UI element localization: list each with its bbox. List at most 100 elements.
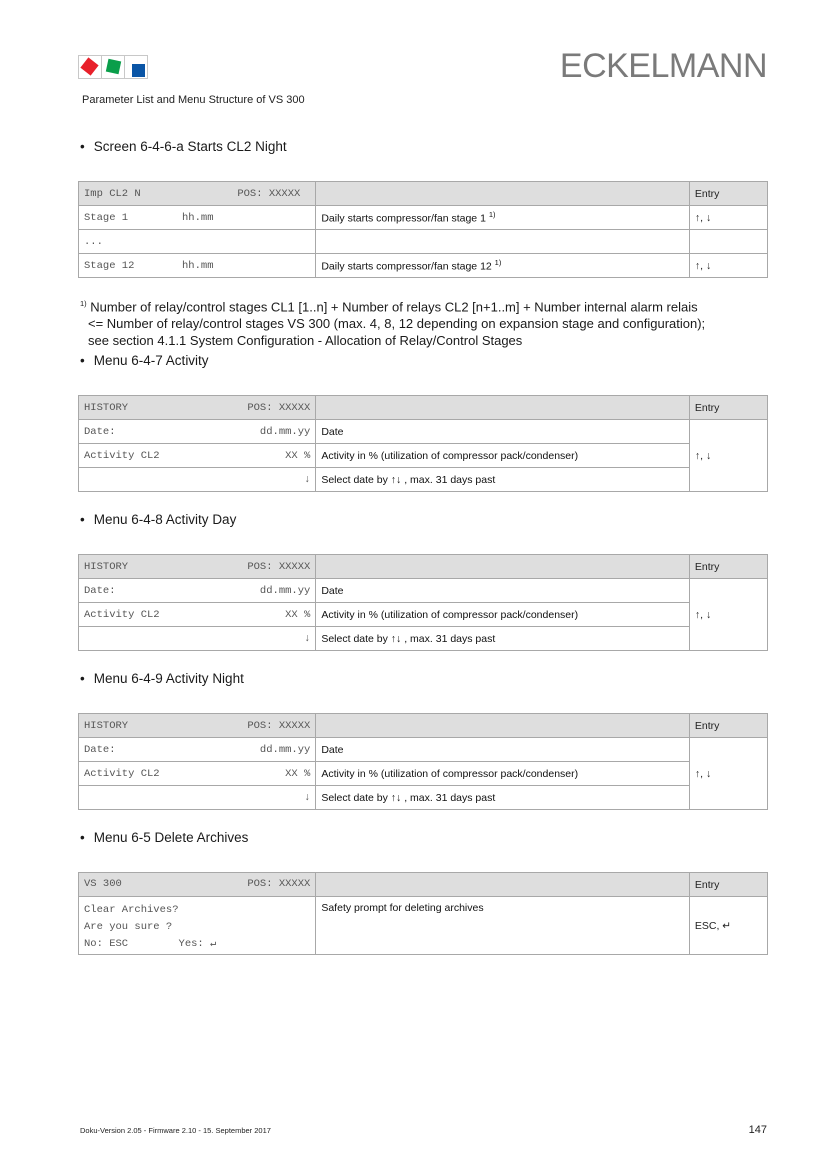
desc-header xyxy=(315,395,690,420)
lcd-cell: Date: dd.mm.yy xyxy=(77,419,317,444)
desc-cell: Date xyxy=(315,419,690,444)
lcd-cell: Activity CL2 XX % xyxy=(77,443,317,468)
section-title: • Menu 6-5 Delete Archives xyxy=(80,830,248,845)
table-row: Date: dd.mm.yy Date ↑, ↓ xyxy=(77,419,769,492)
section-title: • Menu 6-4-7 Activity xyxy=(80,353,209,368)
lcd-cell: ↓ xyxy=(77,467,317,492)
lcd-label: Stage 12 xyxy=(84,259,135,272)
company-logo xyxy=(78,55,148,79)
document-subtitle: Parameter List and Menu Structure of VS … xyxy=(82,94,305,106)
footnote-line: Number of relay/control stages CL1 [1..n… xyxy=(90,299,698,315)
lcd-line: No: ESC Yes: ↵ xyxy=(84,938,217,950)
footnote-line: <= Number of relay/control stages VS 300… xyxy=(88,316,706,332)
lcd-cell: Stage 1 hh.mm xyxy=(77,205,317,230)
desc-cell: Safety prompt for deleting archives xyxy=(315,896,690,955)
footnote-ref: 1) xyxy=(488,210,496,220)
table-row: ↓ Select date by ↑↓ , max. 31 days past xyxy=(77,785,768,810)
lcd-value: dd.mm.yy xyxy=(259,743,311,756)
arrow-down-icon: ↓ xyxy=(304,473,311,486)
logo-green-square xyxy=(105,58,122,75)
lcd-label: Date: xyxy=(84,425,116,438)
desc-cell: Activity in % (utilization of compressor… xyxy=(315,761,690,786)
lcd-header: VS 300 POS: XXXXX xyxy=(77,872,317,897)
section-title: • Menu 6-4-9 Activity Night xyxy=(80,671,244,686)
desc-cell: Select date by ↑↓ , max. 31 days past xyxy=(315,626,690,651)
lcd-header: HISTORY POS: XXXXX xyxy=(77,713,317,738)
lcd-value: dd.mm.yy xyxy=(259,425,311,438)
section-title: • Menu 6-4-8 Activity Day xyxy=(80,512,236,527)
bullet-icon: • xyxy=(80,512,85,527)
table-row: Activity CL2 XX % Activity in % (utilizat… xyxy=(77,761,768,786)
table-row: Date: dd.mm.yy Date ↑, ↓ xyxy=(77,578,769,651)
lcd-label: Activity CL2 xyxy=(84,449,160,462)
entry-header: Entry xyxy=(688,181,769,206)
desc-text: Daily starts compressor/fan stage 12 xyxy=(321,260,492,273)
lcd-title: VS 300 xyxy=(84,878,122,890)
entry-cell: ↑, ↓ xyxy=(688,205,769,230)
footnote-ref: 1) xyxy=(494,258,502,268)
lcd-cell: ↓ xyxy=(77,626,317,651)
section-title-text: Menu 6-4-9 Activity Night xyxy=(93,671,244,686)
entry-header: Entry xyxy=(688,872,769,897)
section-title-text: Screen 6-4-6-a Starts CL2 Night xyxy=(93,139,287,154)
menu-table-delete-archives: VS 300 POS: XXXXX Entry Clear Archives? A… xyxy=(77,872,769,955)
table-header-row: HISTORY POS: XXXXX Entry xyxy=(77,713,769,738)
page-number: 147 xyxy=(748,1124,767,1136)
footer-version: Doku-Version 2.05 - Firmware 2.10 - 15. … xyxy=(80,1126,271,1135)
desc-header xyxy=(315,872,690,897)
footnote: 1) Number of relay/control stages CL1 [1… xyxy=(80,295,780,349)
desc-cell: Activity in % (utilization of compressor… xyxy=(315,602,690,627)
desc-cell: Activity in % (utilization of compressor… xyxy=(315,443,690,468)
table-row: Clear Archives? Are you sure ? No: ESC Y… xyxy=(77,896,769,955)
bullet-icon: • xyxy=(80,830,85,845)
lcd-cell: Stage 12 hh.mm xyxy=(77,253,317,278)
bullet-icon: • xyxy=(80,671,85,686)
lcd-label: Date: xyxy=(84,743,116,756)
lcd-pos: POS: XXXXX xyxy=(247,719,311,732)
lcd-cell: Clear Archives? Are you sure ? No: ESC Y… xyxy=(77,896,317,955)
logo-red-square xyxy=(80,57,99,76)
table-row: Date: dd.mm.yy Date ↑, ↓ xyxy=(77,737,769,810)
desc-cell xyxy=(315,229,690,254)
arrow-down-icon: ↓ xyxy=(304,632,311,645)
lcd-title: HISTORY xyxy=(84,560,129,573)
lcd-header: Imp CL2 N POS: XXXXX xyxy=(77,181,317,206)
entry-cell: ↑, ↓ xyxy=(688,253,769,278)
lcd-cell: Date: dd.mm.yy xyxy=(77,578,317,603)
logo-blue-square xyxy=(132,64,145,77)
section-title-text: Menu 6-5 Delete Archives xyxy=(93,830,249,845)
table-row: Activity CL2 XX % Activity in % (utilizat… xyxy=(77,443,768,468)
table-header-row: HISTORY POS: XXXXX Entry xyxy=(77,395,769,420)
lcd-cell: Activity CL2 XX % xyxy=(77,761,317,786)
lcd-label: Activity CL2 xyxy=(84,767,160,780)
desc-header xyxy=(315,713,690,738)
section-title-text: Menu 6-4-8 Activity Day xyxy=(93,512,237,527)
desc-cell: Date xyxy=(315,737,690,762)
lcd-title: Imp CL2 N xyxy=(84,187,141,200)
lcd-value: XX % xyxy=(285,767,311,780)
entry-cell: ↑, ↓ xyxy=(688,419,769,492)
lcd-value: XX % xyxy=(285,449,311,462)
desc-text: Daily starts compressor/fan stage 1 xyxy=(321,212,486,225)
bullet-icon: • xyxy=(80,353,85,368)
desc-cell: Date xyxy=(315,578,690,603)
table-row: Stage 1 hh.mm Daily starts compressor/fan… xyxy=(77,205,769,230)
lcd-label: Date: xyxy=(84,584,116,597)
arrow-down-icon: ↓ xyxy=(304,791,311,804)
lcd-cell: ... xyxy=(77,229,317,254)
bullet-icon: • xyxy=(80,139,85,154)
table-header-row: VS 300 POS: XXXXX Entry xyxy=(77,872,769,897)
lcd-pos: POS: XXXXX xyxy=(247,560,311,573)
table-header-row: Imp CL2 N POS: XXXXX Entry xyxy=(77,181,769,206)
lcd-title: HISTORY xyxy=(84,401,129,414)
lcd-value: XX % xyxy=(285,608,311,621)
lcd-pos: POS: XXXXX xyxy=(247,878,311,890)
desc-cell: Select date by ↑↓ , max. 31 days past xyxy=(315,785,690,810)
lcd-cell: ↓ xyxy=(77,785,317,810)
table-row: ↓ Select date by ↑↓ , max. 31 days past xyxy=(77,626,768,651)
lcd-label: Stage 1 xyxy=(84,211,129,224)
brand-name: ECKELMANN xyxy=(559,47,768,85)
table-row: Stage 12 hh.mm Daily starts compressor/fa… xyxy=(77,253,769,278)
menu-table-activity: HISTORY POS: XXXXX Entry Date: dd.mm.yy Da… xyxy=(77,395,769,492)
lcd-value: dd.mm.yy xyxy=(259,584,311,597)
